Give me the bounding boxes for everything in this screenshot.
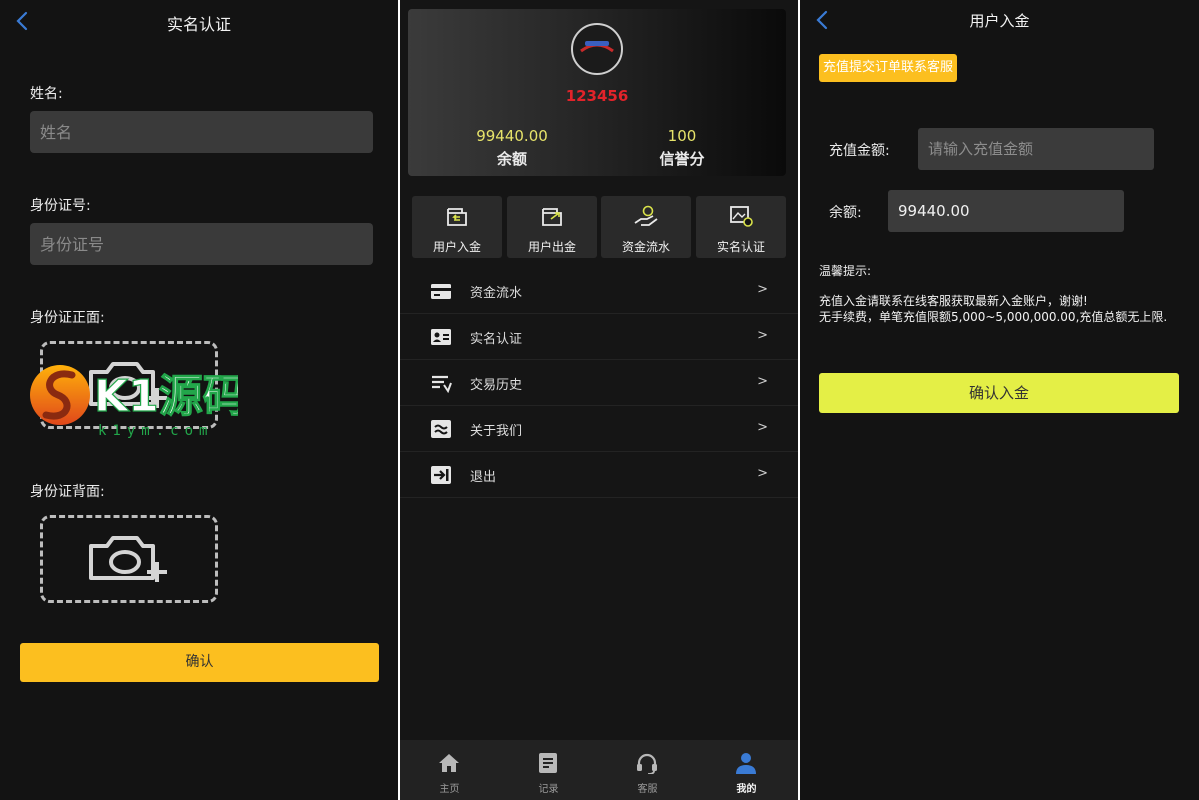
quick-withdraw-label: 用户出金 [527,240,576,254]
menu-label: 退出 [470,470,497,485]
menu-item-about[interactable]: 关于我们 > [400,406,798,452]
tip-title: 温馨提示: [819,264,872,278]
deposit-header: 用户入金 [800,0,1199,42]
menu-item-verify[interactable]: 实名认证 > [400,314,798,360]
user-id: 123456 [565,87,629,105]
verify-header: 实名认证 [0,0,398,42]
card-icon [431,284,451,299]
home-icon [439,754,459,772]
chevron-right-icon: > [757,282,768,297]
page-title: 实名认证 [166,15,231,34]
id-number-label: 身份证号: [30,198,91,214]
hand-money-icon [634,205,658,226]
menu-item-history[interactable]: 交易历史 > [400,360,798,406]
deposit-panel: 用户入金 充值提交订单联系客服 充值金额: 余额: 温馨提示: 充值入金请联系在… [800,0,1199,800]
id-back-upload[interactable] [40,515,218,603]
menu-item-logout[interactable]: 退出 > [400,452,798,498]
name-input[interactable] [30,111,373,153]
tip-line-2: 无手续费，单笔充值限额5,000~5,000,000.00,充值总额无上限. [819,310,1168,324]
tab-label: 主页 [439,784,460,795]
records-icon [539,753,557,773]
balance-value: 99440.00 [476,127,548,145]
camera-add-icon [89,536,167,582]
quick-verify-label: 实名认证 [716,240,765,254]
menu-label: 实名认证 [470,332,523,347]
history-icon [432,375,452,393]
quick-deposit[interactable]: 用户入金 [412,196,502,258]
id-front-label: 身份证正面: [30,310,105,326]
tab-home[interactable]: 主页 [400,740,499,800]
menu-label: 关于我们 [470,424,523,439]
brand-logo [571,23,623,75]
chevron-right-icon: > [757,374,768,389]
contact-service-badge: 充值提交订单联系客服 [819,54,958,82]
verify-panel: 实名认证 姓名: 身份证号: 身份证正面: K1源码 k1ym.com 身份证背… [0,0,398,800]
watermark-url: k1ym.com [98,423,213,439]
quick-deposit-label: 用户入金 [432,240,481,254]
logout-icon [431,466,451,484]
wallet-out-icon [542,208,562,226]
tab-label: 记录 [538,784,559,795]
account-menu: 资金流水 > 实名认证 > 交易历史 > 关于我们 > 退出 > [400,268,798,498]
quick-funds-flow[interactable]: 资金流水 [601,196,691,258]
credit-label: 信誉分 [659,150,705,168]
chevron-right-icon: > [757,328,768,343]
id-photo-icon [730,206,753,227]
balance-field-box [888,190,1124,232]
tip-line-1: 充值入金请联系在线客服获取最新入金账户，谢谢! [819,294,1088,308]
menu-label: 交易历史 [470,378,523,393]
tab-service[interactable]: 客服 [598,740,697,800]
tab-label: 客服 [637,784,658,795]
tab-mine[interactable]: 我的 [697,740,796,800]
tab-label: 我的 [736,784,757,795]
bottom-tabbar: 主页 记录 客服 我的 [400,740,798,800]
amount-field-box [918,128,1154,170]
watermark-logo: K1源码 k1ym.com [30,365,238,439]
confirm-deposit-button[interactable]: 确认入金 [819,373,1179,413]
id-card-icon [431,329,451,345]
chevron-right-icon: > [757,466,768,481]
account-banner: 123456 99440.00 余额 100 信誉分 [408,9,786,176]
confirm-button[interactable]: 确认 [20,643,379,682]
id-back-label: 身份证背面: [30,484,105,500]
quick-funds-flow-label: 资金流水 [621,240,670,254]
headset-icon [637,753,657,774]
id-number-field-box [30,223,373,265]
quick-withdraw[interactable]: 用户出金 [507,196,597,258]
amount-label: 充值金额: [829,143,890,159]
account-panel: 123456 99440.00 余额 100 信誉分 用户入金 用户出金 资金流… [400,0,798,800]
name-field-box [30,111,373,153]
page-title: 用户入金 [969,12,1030,30]
name-label: 姓名: [30,86,63,102]
wallet-in-icon [447,208,467,226]
menu-item-funds-flow[interactable]: 资金流水 > [400,268,798,314]
menu-label: 资金流水 [470,286,523,301]
about-icon [431,420,451,438]
tab-records[interactable]: 记录 [499,740,598,800]
balance-label: 余额: [829,205,862,221]
amount-input[interactable] [918,128,1154,170]
tip-body: 充值入金请联系在线客服获取最新入金账户，谢谢! 无手续费，单笔充值限额5,000… [819,293,1179,325]
watermark-brand: K1源码 [94,371,238,422]
quick-verify[interactable]: 实名认证 [696,196,786,258]
chevron-right-icon: > [757,420,768,435]
user-icon [736,753,756,774]
balance-label: 余额 [496,150,527,168]
credit-value: 100 [667,127,697,145]
id-number-input[interactable] [30,223,373,265]
balance-input [888,190,1124,232]
